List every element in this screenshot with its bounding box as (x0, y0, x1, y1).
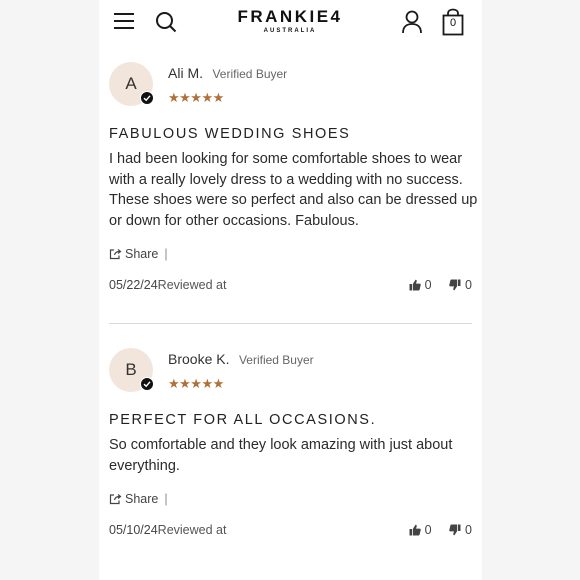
avatar-initial: B (125, 360, 137, 379)
reviewer-info: Brooke K. Verified Buyer (168, 351, 314, 369)
site-header: FRANKIE4 AUSTRALIA 0 (99, 0, 482, 44)
share-icon (109, 249, 122, 260)
cart-button[interactable]: 0 (441, 8, 465, 36)
share-label: Share (125, 492, 159, 506)
thumbs-down-icon (449, 279, 461, 291)
brand-subtitle: AUSTRALIA (263, 28, 317, 34)
review-body: So comfortable and they look amazing wit… (109, 437, 453, 474)
menu-icon[interactable] (114, 13, 134, 29)
review-divider (109, 323, 472, 324)
thumbs-down-button[interactable]: 0 (449, 523, 472, 537)
page: FRANKIE4 AUSTRALIA 0 A Ali M. Verified B… (99, 0, 482, 580)
reviewer-name: Ali M. (168, 65, 203, 81)
thumbs-down-icon (449, 524, 461, 536)
review-card: B Brooke K. Verified Buyer ★★★★★ PERFECT… (109, 348, 472, 558)
review-date: 05/22/24Reviewed at (109, 278, 226, 292)
reviewer-info: Ali M. Verified Buyer (168, 65, 287, 83)
thumbs-up-icon (409, 524, 421, 536)
thumbs-up-button[interactable]: 0 (409, 523, 432, 537)
reviewer-name: Brooke K. (168, 351, 230, 367)
star-rating: ★★★★★ (168, 375, 224, 393)
share-label: Share (125, 247, 159, 261)
reviewed-at-label: Reviewed at (157, 523, 227, 537)
thumbs-up-count: 0 (424, 523, 432, 537)
helpful-votes: 0 0 (409, 523, 472, 537)
separator: | (164, 492, 168, 506)
review-title: PERFECT FOR ALL OCCASIONS. (109, 412, 377, 428)
cart-count: 0 (449, 17, 457, 29)
review-date: 05/10/24Reviewed at (109, 523, 226, 537)
helpful-votes: 0 0 (409, 278, 472, 292)
verified-check-icon (140, 91, 154, 105)
avatar-initial: A (125, 74, 137, 93)
review-title: FABULOUS WEDDING SHOES (109, 126, 351, 142)
star-icons: ★★★★★ (168, 90, 224, 105)
verified-check-icon (140, 377, 154, 391)
share-icon (109, 494, 122, 505)
thumbs-down-count: 0 (465, 278, 472, 292)
search-icon[interactable] (155, 11, 177, 33)
user-icon[interactable] (401, 10, 423, 34)
star-icons: ★★★★★ (168, 376, 224, 391)
share-button[interactable]: Share | (109, 492, 168, 506)
thumbs-up-icon (409, 279, 421, 291)
reviewed-at-label: Reviewed at (157, 278, 227, 292)
verified-buyer-label: Verified Buyer (212, 67, 288, 81)
date-value: 05/22/24 (109, 278, 158, 292)
thumbs-down-count: 0 (465, 523, 472, 537)
thumbs-down-button[interactable]: 0 (449, 278, 472, 292)
thumbs-up-count: 0 (424, 278, 432, 292)
brand-name: FRANKIE4 (237, 7, 343, 26)
verified-buyer-label: Verified Buyer (238, 353, 314, 367)
date-value: 05/10/24 (109, 523, 158, 537)
star-rating: ★★★★★ (168, 89, 224, 107)
share-button[interactable]: Share | (109, 247, 168, 261)
review-card: A Ali M. Verified Buyer ★★★★★ FABULOUS W… (109, 62, 477, 302)
brand-logo[interactable]: FRANKIE4 AUSTRALIA (227, 8, 353, 35)
separator: | (164, 247, 168, 261)
thumbs-up-button[interactable]: 0 (409, 278, 432, 292)
review-body: I had been looking for some comfortable … (109, 151, 478, 229)
